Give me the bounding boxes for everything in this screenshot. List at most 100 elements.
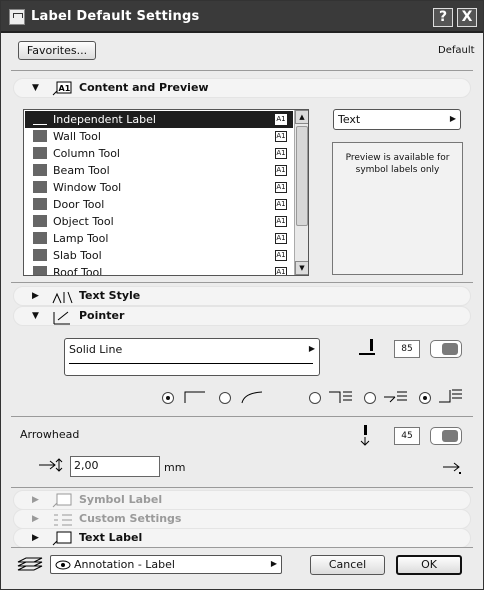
label-checkbox[interactable]: A1 xyxy=(275,114,287,125)
anchor-top-radio[interactable] xyxy=(309,392,321,404)
list-item-label: Roof Tool xyxy=(53,266,103,276)
section-text-style[interactable]: ▶ Text Style xyxy=(13,286,471,306)
collapsed-triangle-icon: ▶ xyxy=(32,514,39,524)
favorites-button[interactable]: Favorites... xyxy=(18,41,96,60)
label-checkbox[interactable]: A1 xyxy=(275,267,287,275)
list-item[interactable]: Independent Label A1 xyxy=(25,111,293,128)
layer-select[interactable]: Annotation - Label ▶ xyxy=(50,555,282,574)
scroll-down-icon[interactable]: ▼ xyxy=(295,261,308,275)
section-title: Symbol Label xyxy=(79,493,163,506)
label-icon xyxy=(33,113,47,125)
expanded-triangle-icon: ▼ xyxy=(32,83,39,93)
straight-pointer-icon xyxy=(184,391,205,403)
anchor-middle-icon xyxy=(384,391,407,403)
list-item[interactable]: Door Tool A1 xyxy=(25,196,293,213)
pointer-pen-number[interactable]: 85 xyxy=(394,340,420,358)
dialog-window: Label Default Settings ? X Favorites... … xyxy=(0,0,484,590)
list-item[interactable]: Lamp Tool A1 xyxy=(25,230,293,247)
help-button[interactable]: ? xyxy=(433,8,453,27)
section-title: Content and Preview xyxy=(79,81,209,94)
list-item-label: Independent Label xyxy=(53,113,156,126)
slab-icon xyxy=(33,249,47,261)
collapsed-triangle-icon: ▶ xyxy=(32,533,39,543)
size-unit-label: mm xyxy=(164,461,186,474)
section-pointer[interactable]: ▼ Pointer xyxy=(13,306,471,326)
anchor-top-icon xyxy=(329,391,352,403)
label-checkbox[interactable]: A1 xyxy=(275,199,287,210)
separator xyxy=(11,416,473,417)
list-item-label: Window Tool xyxy=(53,181,122,194)
pen-icon xyxy=(359,339,375,355)
arrowhead-label: Arrowhead xyxy=(20,428,80,441)
anchor-bottom-radio[interactable] xyxy=(419,392,431,404)
pointer-curved-radio[interactable] xyxy=(219,392,231,404)
curved-pointer-icon xyxy=(241,391,263,404)
line-type-value: Solid Line xyxy=(69,343,123,356)
layer-value: Annotation - Label xyxy=(74,558,175,571)
label-checkbox[interactable]: A1 xyxy=(275,165,287,176)
list-item[interactable]: Column Tool A1 xyxy=(25,145,293,162)
eye-icon xyxy=(55,560,71,570)
label-checkbox[interactable]: A1 xyxy=(275,233,287,244)
label-checkbox[interactable]: A1 xyxy=(275,216,287,227)
select-arrow-icon: ▶ xyxy=(449,114,456,123)
label-checkbox[interactable]: A1 xyxy=(275,182,287,193)
scroll-up-icon[interactable]: ▲ xyxy=(295,110,308,124)
beam-icon xyxy=(33,164,47,176)
section-symbol-label: ▶ Symbol Label xyxy=(13,490,471,510)
tool-list[interactable]: Independent Label A1 Wall Tool A1 Column Too… xyxy=(23,109,309,276)
select-arrow-icon: ▶ xyxy=(308,344,315,353)
arrowhead-type-icon[interactable] xyxy=(441,459,465,475)
title-bar[interactable]: Label Default Settings ? X xyxy=(1,1,483,33)
list-item[interactable]: Beam Tool A1 xyxy=(25,162,293,179)
list-item[interactable]: Window Tool A1 xyxy=(25,179,293,196)
scroll-thumb[interactable] xyxy=(296,126,308,226)
label-checkbox[interactable]: A1 xyxy=(275,148,287,159)
arrow-pen-icon xyxy=(360,425,370,446)
section-content-and-preview[interactable]: ▼ A1 Content and Preview xyxy=(13,78,471,98)
text-label-icon xyxy=(52,531,72,546)
section-title: Pointer xyxy=(79,309,125,322)
pointer-pen-toggle[interactable] xyxy=(430,340,462,358)
section-text-label[interactable]: ▶ Text Label xyxy=(13,528,471,548)
arrowhead-size-input[interactable]: 2,00 xyxy=(70,456,160,477)
list-item-label: Column Tool xyxy=(53,147,120,160)
layers-icon xyxy=(17,557,43,571)
label-checkbox[interactable]: A1 xyxy=(275,131,287,142)
list-item[interactable]: Roof Tool A1 xyxy=(25,264,293,276)
list-item-label: Beam Tool xyxy=(53,164,110,177)
arrow-pen-toggle[interactable] xyxy=(430,427,462,445)
object-icon xyxy=(33,215,47,227)
section-title: Text Label xyxy=(79,531,143,544)
default-label: Default xyxy=(438,45,475,56)
lamp-icon xyxy=(33,232,47,244)
anchor-bottom-icon xyxy=(439,389,462,403)
select-arrow-icon: ▶ xyxy=(270,559,277,568)
list-item[interactable]: Slab Tool A1 xyxy=(25,247,293,264)
label-section-icon: A1 xyxy=(52,81,72,96)
preview-box: Preview is available for symbol labels o… xyxy=(332,142,463,275)
list-item[interactable]: Object Tool A1 xyxy=(25,213,293,230)
arrowhead-size-icon xyxy=(39,458,63,472)
list-scrollbar[interactable]: ▲ ▼ xyxy=(294,110,308,275)
line-sample xyxy=(69,363,313,364)
section-title: Text Style xyxy=(79,289,141,302)
ok-button[interactable]: OK xyxy=(396,555,462,575)
window-title: Label Default Settings xyxy=(31,9,200,24)
column-icon xyxy=(33,147,47,159)
cancel-button[interactable]: Cancel xyxy=(310,555,385,575)
anchor-middle-radio[interactable] xyxy=(364,392,376,404)
separator xyxy=(11,547,473,548)
arrow-pen-number[interactable]: 45 xyxy=(394,427,420,445)
wall-icon xyxy=(33,130,47,142)
close-button[interactable]: X xyxy=(457,8,477,27)
section-title: Custom Settings xyxy=(79,512,182,525)
line-type-select[interactable]: Solid Line ▶ xyxy=(64,338,320,376)
label-type-select[interactable]: Text ▶ xyxy=(333,109,461,130)
collapsed-triangle-icon: ▶ xyxy=(32,291,39,301)
label-checkbox[interactable]: A1 xyxy=(275,250,287,261)
section-custom-settings: ▶ Custom Settings xyxy=(13,509,471,529)
list-item[interactable]: Wall Tool A1 xyxy=(25,128,293,145)
pointer-straight-radio[interactable] xyxy=(162,392,174,404)
roof-icon xyxy=(33,266,47,275)
